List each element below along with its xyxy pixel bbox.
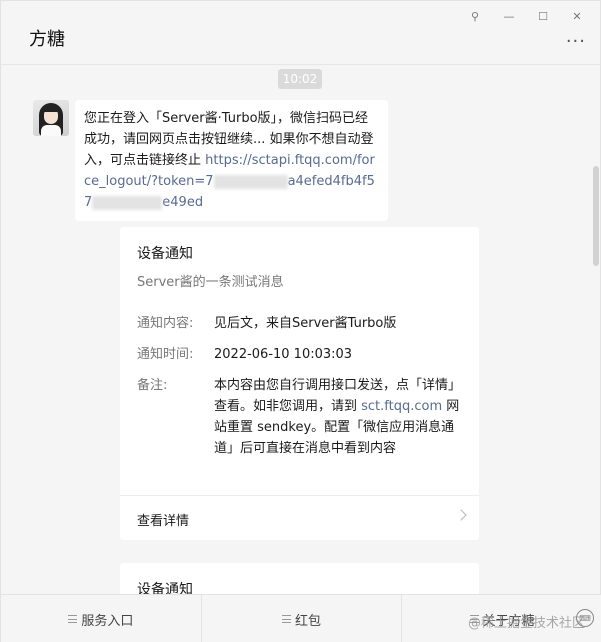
keyboard-icon[interactable]: ⌨ (576, 609, 595, 627)
row-key: 通知时间: (137, 347, 194, 362)
card-row-note: 备注: 本内容由您自行调用接口发送，点「详情」查看。如非您调用，请到 sct.f… (137, 375, 467, 480)
avatar-bangs (42, 106, 60, 112)
view-details-label: 查看详情 (137, 514, 190, 529)
message-bubble[interactable]: 您正在登入「Server酱·Turbo版」，微信扫码已经成功，请回网页点击按钮继… (75, 100, 388, 221)
redacted-token (213, 174, 288, 189)
row-key: 备注: (137, 378, 168, 393)
pin-icon[interactable]: ⚲ (458, 7, 492, 25)
card-title: 设备通知 (137, 582, 193, 594)
menu-label: 服务入口 (81, 613, 134, 629)
menu-about[interactable]: 关于方糖 @稀土掘金技术社区 ⌨ (402, 595, 601, 642)
row-value: 见后文，来自Server酱Turbo版 (214, 316, 397, 331)
chevron-right-icon (455, 509, 467, 521)
menu-red-packet[interactable]: 红包 (202, 595, 403, 642)
maximize-icon[interactable]: ☐ (526, 7, 560, 25)
message-timestamp: 10:02 (278, 69, 322, 89)
chat-title: 方糖 (29, 29, 65, 50)
notification-card[interactable]: 设备通知 Server酱的一条测试消息 通知内容: 见后文，来自Server酱T… (120, 227, 479, 540)
window-controls: ⚲ — ☐ ✕ (458, 7, 594, 25)
row-value: 2022-06-10 10:03:03 (214, 347, 353, 362)
watermark: @稀土掘金技术社区 (468, 616, 586, 631)
close-icon[interactable]: ✕ (560, 7, 594, 25)
scrollbar[interactable] (593, 166, 599, 266)
bottom-menu: 服务入口 红包 关于方糖 @稀土掘金技术社区 ⌨ (1, 594, 601, 642)
title-bar: 方糖 ⚲ — ☐ ✕ ··· (1, 1, 600, 65)
card-row-time: 通知时间: 2022-06-10 10:03:03 (137, 344, 467, 365)
card-title: 设备通知 (137, 246, 193, 262)
avatar[interactable] (33, 100, 69, 136)
menu-service-entry[interactable]: 服务入口 (1, 595, 202, 642)
card-description: Server酱的一条测试消息 (137, 275, 284, 290)
chat-area[interactable]: 10:02 您正在登入「Server酱·Turbo版」，微信扫码已经成功，请回网… (1, 66, 601, 594)
chat-window: 方糖 ⚲ — ☐ ✕ ··· 10:02 您正在登入「Server酱·Turbo… (0, 0, 601, 642)
menu-icon (68, 615, 78, 623)
more-options-icon[interactable]: ··· (566, 31, 586, 52)
menu-icon (282, 615, 291, 623)
link-part-3: e49ed (162, 195, 204, 210)
row-value: 本内容由您自行调用接口发送，点「详情」查看。如非您调用，请到 sct.ftqq.… (214, 375, 464, 459)
row-key: 通知内容: (137, 316, 194, 331)
minimize-icon[interactable]: — (492, 7, 526, 25)
redacted-token (92, 195, 163, 210)
menu-label: 红包 (295, 613, 322, 629)
avatar-shirt (41, 125, 61, 136)
sct-link[interactable]: sct.ftqq.com (361, 399, 442, 414)
view-details-button[interactable]: 查看详情 (120, 496, 479, 540)
notification-card-2[interactable]: 设备通知 (120, 563, 479, 594)
card-row-content: 通知内容: 见后文，来自Server酱Turbo版 (137, 313, 467, 334)
